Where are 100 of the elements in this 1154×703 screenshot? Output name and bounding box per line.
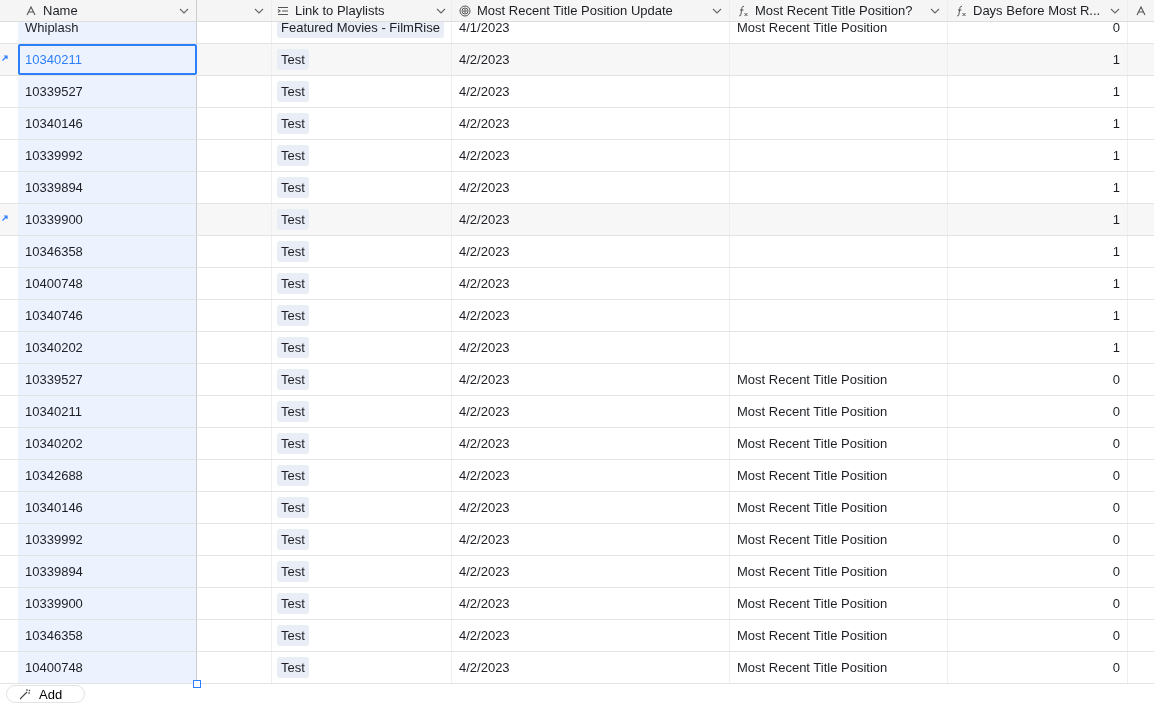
linked-record-chip[interactable]: Test xyxy=(277,337,309,358)
table-cell: 0 xyxy=(948,524,1128,555)
table-cell[interactable]: 10340202 xyxy=(18,428,197,459)
linked-record-chip[interactable]: Test xyxy=(277,113,309,134)
table-cell: 0 xyxy=(948,620,1128,651)
linked-record-chip[interactable]: Test xyxy=(277,209,309,230)
table-cell: 0 xyxy=(948,396,1128,427)
table-cell[interactable]: 10340211 xyxy=(18,396,197,427)
table-cell[interactable]: 10340146 xyxy=(18,492,197,523)
expand-icon[interactable] xyxy=(2,55,8,61)
table-cell: 0 xyxy=(948,492,1128,523)
column-header[interactable]: Name xyxy=(18,0,197,21)
table-cell: 0 xyxy=(948,556,1128,587)
table-cell: Most Recent Title Position xyxy=(737,532,888,547)
table-cell: Most Recent Title Position xyxy=(737,564,888,579)
table-cell: 4/2/2023 xyxy=(452,428,730,459)
table-cell: 0 xyxy=(948,652,1128,683)
column-title: Most Recent Title Position Update xyxy=(477,3,674,18)
table-cell[interactable]: 10400748 xyxy=(18,268,197,299)
chevron-down-icon[interactable] xyxy=(930,7,940,14)
table-cell[interactable]: 10339992 xyxy=(18,140,197,171)
linked-record-chip[interactable]: Test xyxy=(277,625,309,646)
linked-record-chip[interactable]: Test xyxy=(277,593,309,614)
table-cell[interactable]: 10339894 xyxy=(18,556,197,587)
table-cell: 1 xyxy=(948,204,1128,235)
chevron-down-icon[interactable] xyxy=(1110,7,1120,14)
linked-record-chip[interactable]: Test xyxy=(277,433,309,454)
chevron-down-icon[interactable] xyxy=(179,7,189,14)
table-cell: 4/2/2023 xyxy=(452,76,730,107)
linked-record-chip[interactable]: Test xyxy=(277,177,309,198)
linked-record-chip[interactable]: Test xyxy=(277,497,309,518)
table-cell: 4/2/2023 xyxy=(452,460,730,491)
fill-handle[interactable] xyxy=(193,680,201,688)
linked-record-chip[interactable]: Featured Movies - FilmRise xyxy=(277,22,444,38)
table-cell: 1 xyxy=(948,332,1128,363)
table-cell: 4/2/2023 xyxy=(452,524,730,555)
table-cell: 0 xyxy=(948,428,1128,459)
column-header[interactable]: Most Recent Title Position? xyxy=(730,0,948,21)
table-cell[interactable]: 10342688 xyxy=(18,460,197,491)
table-cell: 4/2/2023 xyxy=(452,620,730,651)
table-cell: 0 xyxy=(948,588,1128,619)
add-button[interactable]: Add xyxy=(6,685,86,703)
table-cell: 4/1/2023 xyxy=(452,22,730,43)
chevron-down-icon[interactable] xyxy=(254,7,264,14)
linked-record-chip[interactable]: Test xyxy=(277,657,309,678)
table-cell[interactable]: 10339992 xyxy=(18,524,197,555)
linked-record-chip[interactable]: Test xyxy=(277,273,309,294)
table-cell: 4/2/2023 xyxy=(452,556,730,587)
table-cell: Most Recent Title Position xyxy=(737,596,888,611)
table-cell: Most Recent Title Position xyxy=(737,436,888,451)
chevron-down-icon[interactable] xyxy=(436,7,446,14)
column-header[interactable]: Most Recent Title Position Update xyxy=(452,0,730,21)
table-cell: 4/2/2023 xyxy=(452,364,730,395)
table-cell: 1 xyxy=(948,44,1128,75)
table-cell: 0 xyxy=(948,22,1128,43)
table-cell[interactable]: 10340202 xyxy=(18,332,197,363)
table-cell[interactable]: 10339527 xyxy=(18,76,197,107)
table-cell[interactable]: 10339900 xyxy=(18,204,197,235)
table-cell: 1 xyxy=(948,76,1128,107)
linked-record-chip[interactable]: Test xyxy=(277,369,309,390)
table-cell: 4/2/2023 xyxy=(452,396,730,427)
table-cell: 4/2/2023 xyxy=(452,300,730,331)
linked-record-chip[interactable]: Test xyxy=(277,49,309,70)
linked-record-chip[interactable]: Test xyxy=(277,401,309,422)
table-cell[interactable]: 10340146 xyxy=(18,108,197,139)
linked-record-chip[interactable]: Test xyxy=(277,465,309,486)
table-cell[interactable]: 10339894 xyxy=(18,172,197,203)
table-cell[interactable]: 10346358 xyxy=(18,620,197,651)
chevron-down-icon[interactable] xyxy=(712,7,722,14)
table-cell: 4/2/2023 xyxy=(452,108,730,139)
magic-wand-icon xyxy=(19,688,31,700)
linked-record-chip[interactable]: Test xyxy=(277,529,309,550)
table-cell: 4/2/2023 xyxy=(452,492,730,523)
linked-record-chip[interactable]: Test xyxy=(277,145,309,166)
table-cell: Most Recent Title Position xyxy=(737,404,888,419)
column-title: Link to Playlists xyxy=(295,3,386,18)
linked-record-chip[interactable]: Test xyxy=(277,561,309,582)
table-cell: 4/2/2023 xyxy=(452,268,730,299)
linked-record-chip[interactable]: Test xyxy=(277,241,309,262)
table-cell: Most Recent Title Position xyxy=(737,500,888,515)
table-cell[interactable]: 10339527 xyxy=(18,364,197,395)
table-cell: 1 xyxy=(948,268,1128,299)
text-field-icon xyxy=(25,4,37,17)
table-cell: Most Recent Title Position xyxy=(737,468,888,483)
table-cell: 4/2/2023 xyxy=(452,332,730,363)
table-cell[interactable]: 10339900 xyxy=(18,588,197,619)
table-cell: Most Recent Title Position xyxy=(737,660,888,675)
column-header[interactable]: Link to Playlists xyxy=(272,0,452,21)
table-cell[interactable]: 10400748 xyxy=(18,652,197,683)
expand-icon[interactable] xyxy=(2,215,8,221)
column-header[interactable]: Days Before Most R... xyxy=(948,0,1128,21)
column-title: Name xyxy=(43,3,79,18)
table-cell[interactable]: 10346358 xyxy=(18,236,197,267)
linked-record-chip[interactable]: Test xyxy=(277,81,309,102)
linked-record-chip[interactable]: Test xyxy=(277,305,309,326)
table-cell[interactable]: 10340746 xyxy=(18,300,197,331)
table-cell[interactable]: Whiplash xyxy=(18,22,197,43)
link-field-icon xyxy=(277,4,289,17)
table-cell: Most Recent Title Position xyxy=(737,628,888,643)
table-cell: 4/2/2023 xyxy=(452,204,730,235)
